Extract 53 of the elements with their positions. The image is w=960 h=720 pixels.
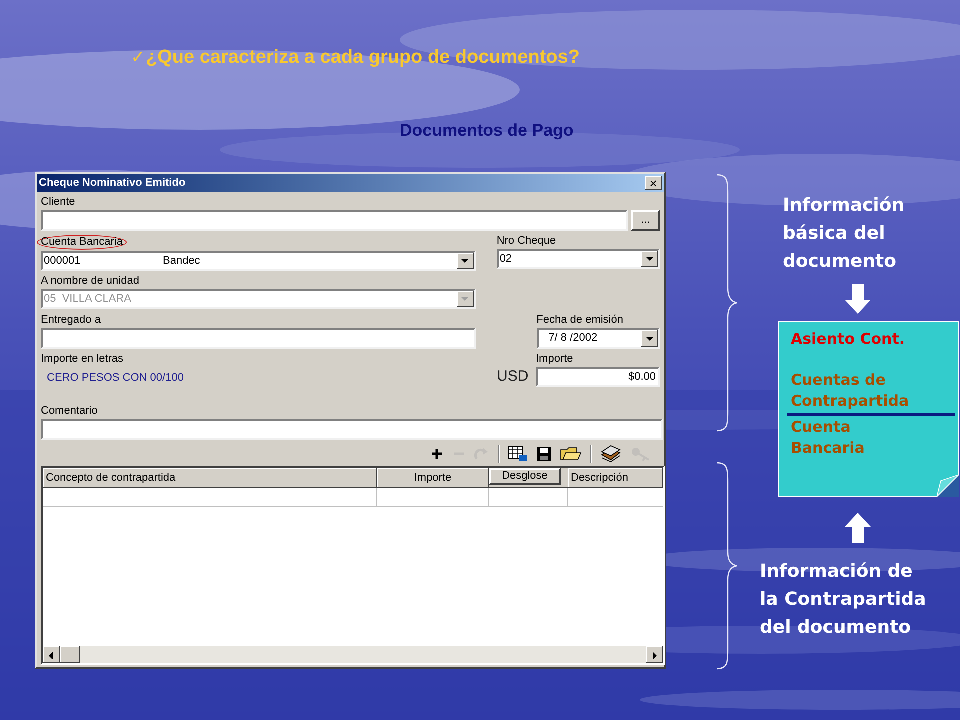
caret-icon (644, 334, 654, 342)
slide-subtitle: Documentos de Pago (400, 120, 574, 142)
currency-label: USD (497, 367, 530, 387)
browse-button[interactable]: ... (631, 210, 660, 231)
field-label: Comentario (41, 404, 98, 418)
cuenta-bancaria-combo[interactable]: 000001 Bandec (41, 251, 476, 271)
date-combo[interactable]: 7/ 8 /2002 (536, 328, 660, 349)
field-label: Nro Cheque (496, 235, 556, 248)
note-item: Cuentas de Contrapartida (791, 370, 910, 412)
up-arrow-icon (845, 513, 871, 543)
date-value: 7/ 8 /2002 (548, 331, 599, 346)
check-bullet: ✓ (131, 47, 145, 69)
entregado-field[interactable] (41, 328, 476, 349)
caret-icon (460, 295, 470, 303)
note-item: Cuenta Bancaria (791, 417, 865, 459)
field-label: A nombre de unidad (41, 275, 140, 288)
annotation-text: Información de la Contrapartida del documento (760, 560, 926, 640)
curly-brace-icon (716, 174, 738, 432)
caret-icon (644, 255, 654, 263)
stack-icon[interactable] (600, 444, 622, 462)
unidad-value: 05 VILLA CLARA (43, 292, 132, 307)
column-header[interactable]: Descripción (568, 468, 663, 488)
cheque-number: 02 (498, 252, 514, 267)
annotation-text: Información básica del documento (783, 194, 905, 274)
down-arrow-icon (845, 284, 871, 314)
scrollbar-track[interactable] (43, 646, 663, 663)
caret-icon (460, 257, 470, 265)
field-label: Entregado a (41, 314, 101, 327)
account-code: 000001 (43, 254, 82, 269)
close-button[interactable]: × (645, 176, 662, 190)
window-title: Cheque Nominativo Emitido (39, 176, 186, 191)
column-header[interactable]: Concepto de contrapartida (43, 468, 377, 488)
grid-icon[interactable] (508, 444, 528, 462)
importe-field[interactable]: $0.00 (536, 367, 660, 388)
bank-name: Bandec (163, 254, 202, 269)
save-icon[interactable] (536, 444, 552, 462)
field-label: Fecha de emisión (536, 314, 624, 327)
field-label: Importe (536, 353, 574, 366)
comentario-field[interactable] (41, 418, 663, 440)
curly-brace-icon (716, 462, 738, 670)
column-header[interactable]: Importe (377, 468, 489, 488)
amount-in-words: CERO PESOS CON 00/100 (47, 371, 184, 386)
scrollbar-thumb[interactable] (60, 646, 80, 663)
folder-icon[interactable] (560, 444, 582, 462)
slide-title: ¿Que caracteriza a cada grupo de documentos? (146, 46, 580, 70)
field-label: Cliente (41, 196, 76, 209)
cliente-field[interactable] (41, 210, 628, 231)
nro-cheque-combo[interactable]: 02 (496, 249, 660, 269)
table-row[interactable] (43, 488, 663, 506)
column-header-button[interactable]: Desglose (489, 468, 561, 484)
note-title: Asiento Cont. (791, 329, 906, 350)
field-label: Cuenta Bancaria (37, 235, 127, 250)
field-label: Importe en letras (41, 353, 124, 366)
